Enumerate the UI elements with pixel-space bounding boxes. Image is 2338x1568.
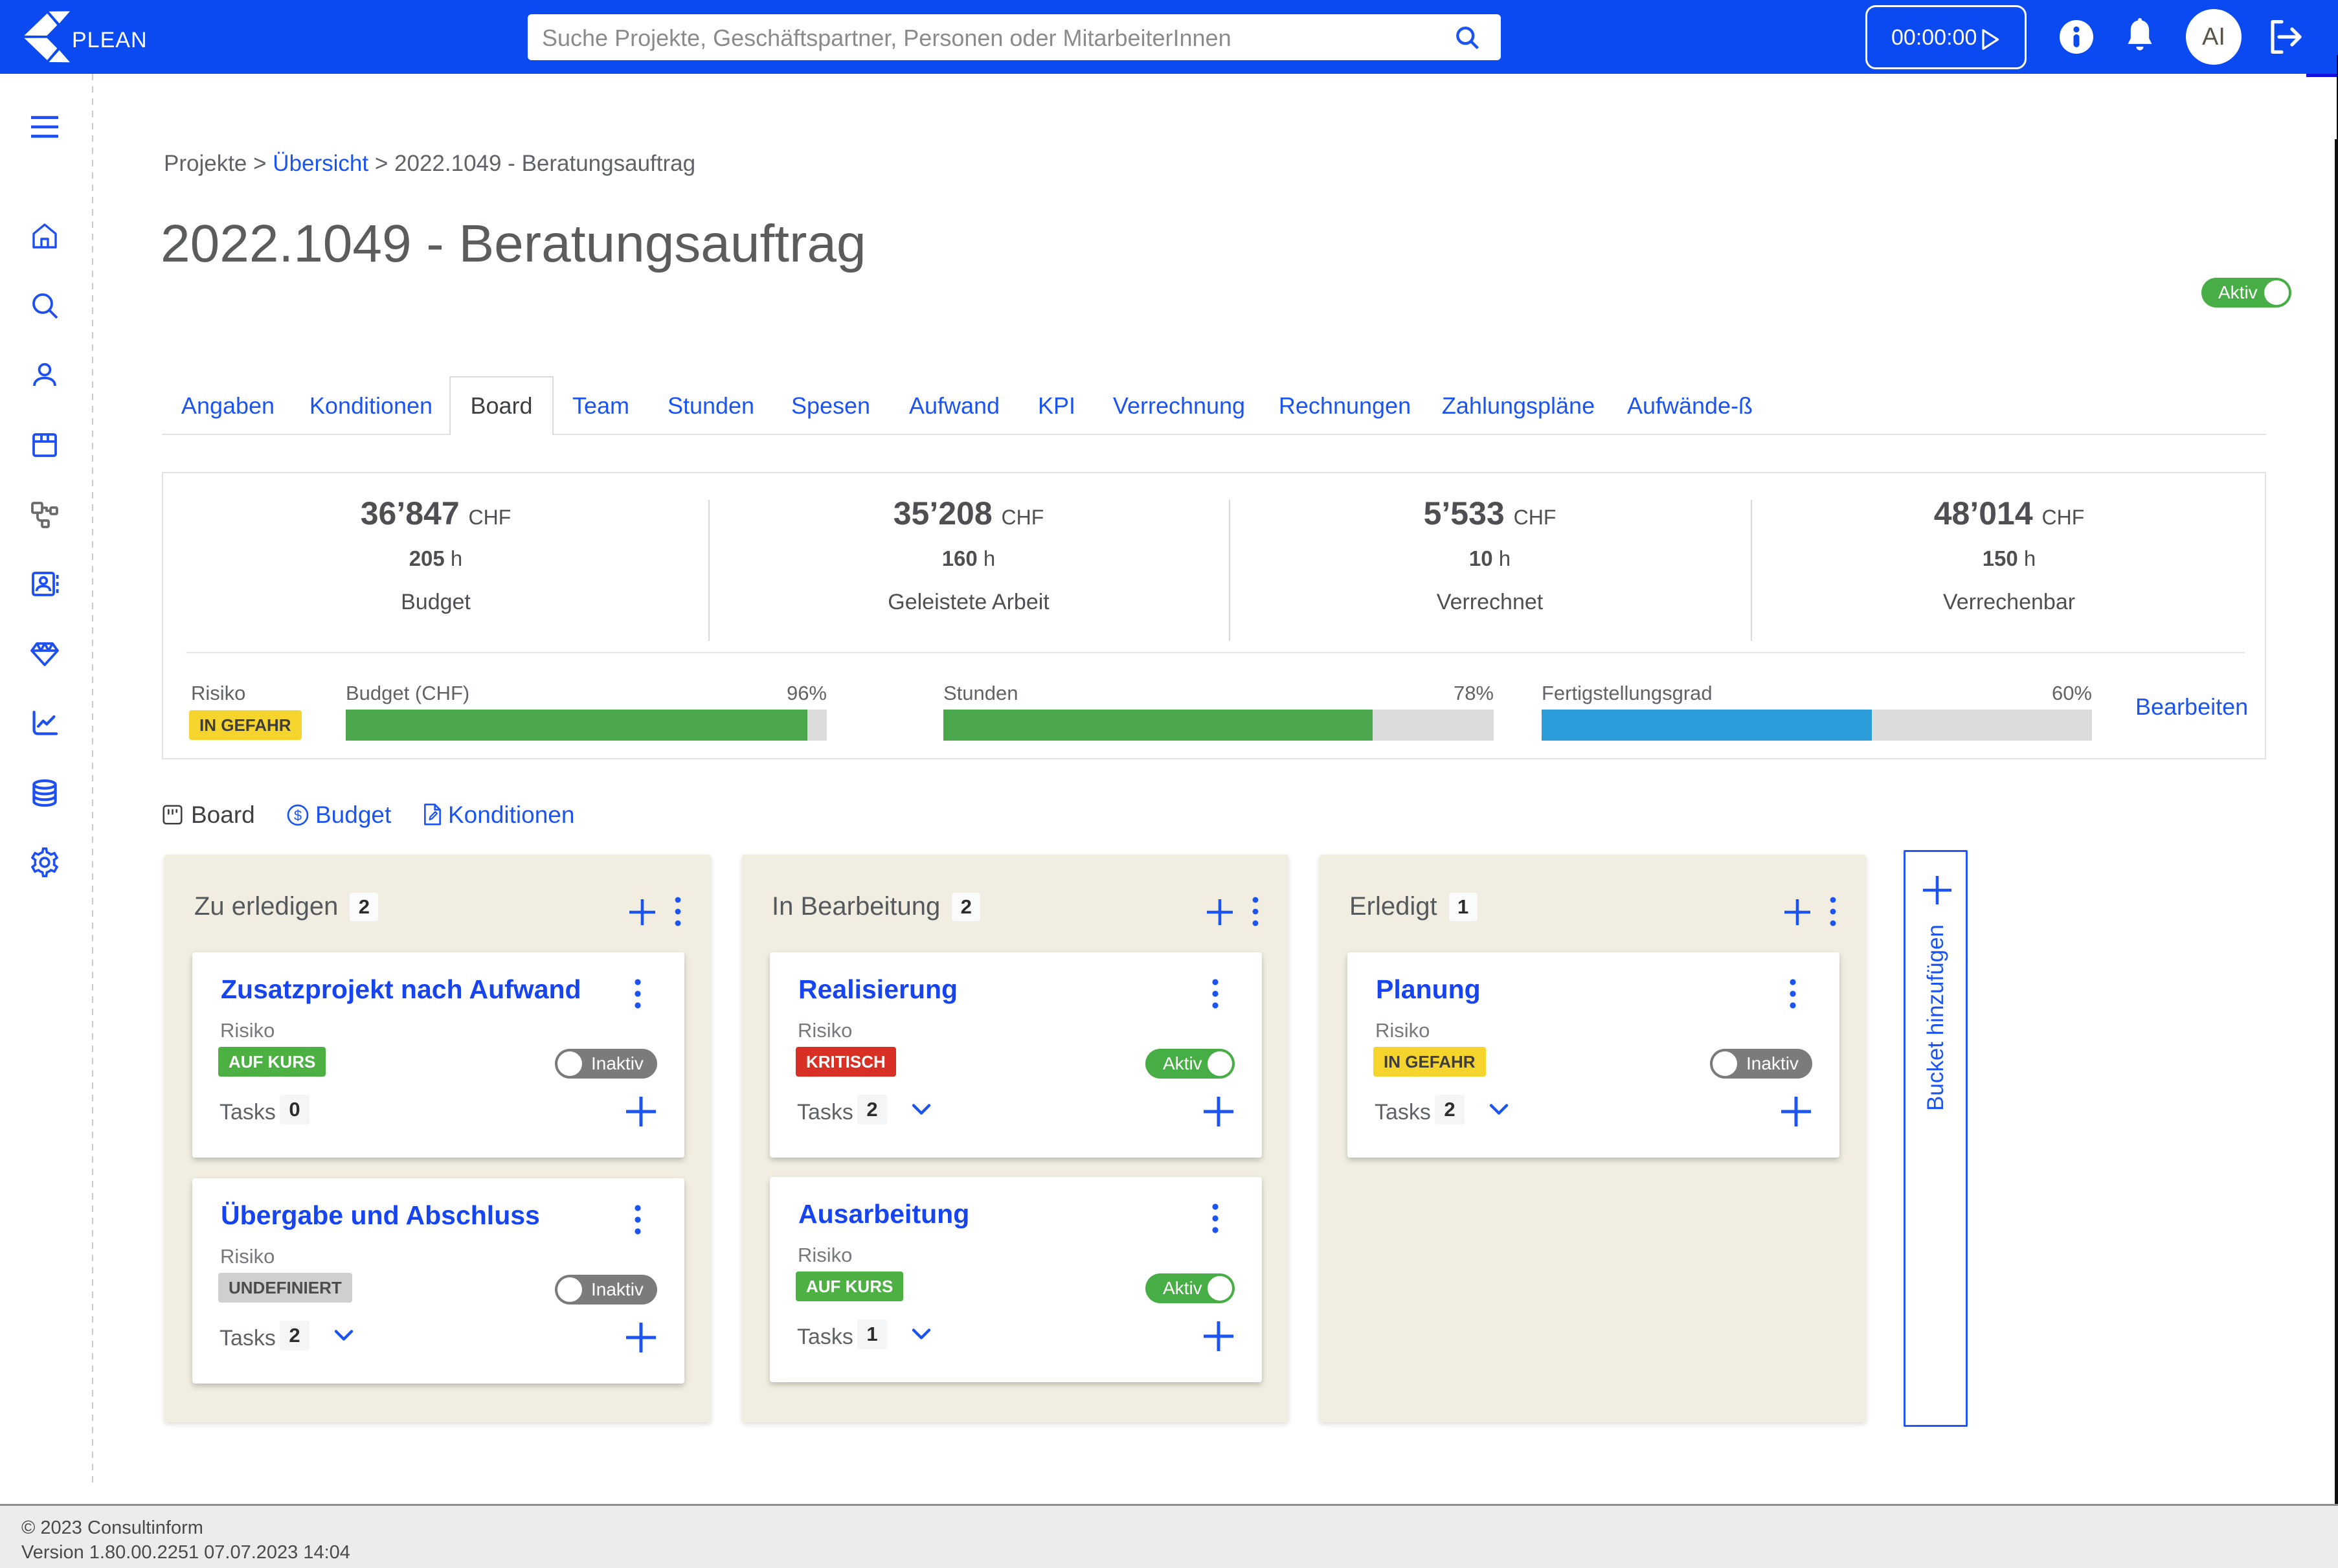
svg-text:$: $: [294, 807, 302, 823]
